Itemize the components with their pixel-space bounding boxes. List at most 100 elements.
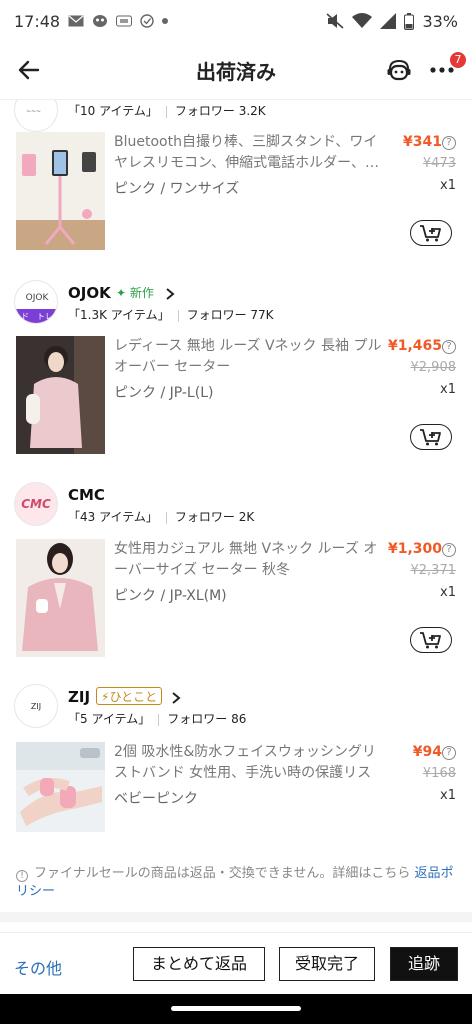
product-variant: ピンク / JP-XL(M) <box>114 588 227 604</box>
product-name: 2個 吸水性&防水フェイスウォッシングリストバンド 女性用、手洗い時の保護リスト… <box>114 744 376 781</box>
product-item[interactable]: 女性用カジュアル 無地 Vネック ルーズ オーバーサイズ セーター 秋冬 ピンク… <box>0 539 472 699</box>
product-price: ¥1,465 <box>387 338 442 354</box>
store-followers: フォロワー 3.2K <box>174 104 266 118</box>
svg-text:~~~: ~~~ <box>26 108 41 115</box>
product-name: Bluetooth自撮り棒、三脚スタンド、ワイヤレスリモコン、伸縮式電話ホルダー… <box>114 134 380 171</box>
store-items-count: 「5 アイテム」 <box>68 712 151 726</box>
price-info-icon[interactable]: ? <box>442 340 456 354</box>
store-items-count: 「1.3K アイテム」 <box>68 308 170 322</box>
price-info-icon[interactable]: ? <box>442 746 456 760</box>
price-info-icon[interactable]: ? <box>442 543 456 557</box>
store-logo-text: CMC <box>21 497 51 511</box>
chevron-right-icon[interactable] <box>164 287 176 301</box>
store-logo: ~~~ <box>14 100 58 132</box>
product-image-sweater <box>16 336 105 454</box>
product-original-price: ¥473 <box>422 156 456 171</box>
store-meta: 「10 アイテム」 フォロワー 3.2K <box>68 102 266 119</box>
store-name[interactable]: ZIJ <box>68 688 90 706</box>
store-logo: OJOK ド トレ <box>14 280 58 324</box>
comment-tag: ⚡ひとこと <box>96 687 163 705</box>
comment-tag-label: ひとこと <box>109 690 158 704</box>
product-image-wristband <box>16 742 105 832</box>
product-thumbnail[interactable] <box>16 336 105 454</box>
store-followers: フォロワー 86 <box>167 712 247 726</box>
info-icon: ! <box>16 870 28 882</box>
status-time: 17:48 <box>14 11 61 31</box>
product-image-selfie-stick <box>16 132 105 250</box>
mute-icon <box>326 13 344 29</box>
add-to-cart-button[interactable] <box>410 627 452 653</box>
product-quantity: x1 <box>440 585 456 600</box>
store-name[interactable]: OJOK <box>68 284 111 302</box>
store-logo-mark: ~~~ <box>26 108 41 115</box>
store-followers: フォロワー 2K <box>174 510 255 524</box>
product-variant: ピンク / JP-L(L) <box>114 385 214 401</box>
notification-icons <box>68 14 169 28</box>
add-to-cart-button[interactable] <box>410 424 452 450</box>
store-meta: 「43 アイテム」 フォロワー 2K <box>68 508 254 525</box>
customer-support-icon[interactable] <box>386 58 412 84</box>
product-name: レディース 無地 ルーズ Vネック 長袖 プルオーバー セーター <box>114 338 382 375</box>
confirm-receipt-button[interactable]: 受取完了 <box>279 947 375 981</box>
store-name[interactable]: CMC <box>68 486 105 504</box>
check-shield-icon <box>140 14 154 28</box>
product-thumbnail[interactable] <box>16 132 105 250</box>
product-quantity: x1 <box>440 178 456 193</box>
battery-icon <box>404 12 415 30</box>
store-header[interactable]: OJOK ド トレ OJOK ✦ 新作 「1.3K アイテム」 フォロワー 77K <box>0 280 472 334</box>
store-header[interactable]: ZIJ ZIJ ⚡ひとこと 「5 アイテム」 フォロワー 86 <box>0 684 472 738</box>
add-to-cart-icon <box>420 632 441 649</box>
sparkle-icon: ✦ <box>116 286 127 300</box>
add-to-cart-icon <box>420 225 441 242</box>
home-gesture-handle[interactable] <box>171 1006 301 1011</box>
back-arrow-icon[interactable] <box>16 57 42 83</box>
product-price: ¥341 <box>403 134 442 150</box>
store-followers: フォロワー 77K <box>186 308 274 322</box>
add-to-cart-button[interactable] <box>410 220 452 246</box>
battery-level: 33% <box>422 11 458 31</box>
product-thumbnail[interactable] <box>16 742 105 832</box>
nav-bar: 出荷済み 7 <box>0 42 472 100</box>
product-quantity: x1 <box>440 788 456 803</box>
notification-badge: 7 <box>450 52 466 68</box>
store-logo-text: OJOK <box>25 293 49 303</box>
product-thumbnail[interactable] <box>16 539 105 657</box>
bulk-return-button[interactable]: まとめて返品 <box>133 947 265 981</box>
other-options-link[interactable]: その他 <box>14 955 62 979</box>
product-original-price: ¥2,908 <box>410 360 457 375</box>
order-content: ~~~ 「10 アイテム」 フォロワー 3.2K Bluetooth自撮り棒、三脚… <box>0 100 472 940</box>
system-navigation-bar <box>0 994 472 1024</box>
product-item[interactable]: レディース 無地 ルーズ Vネック 長袖 プルオーバー セーター ピンク / J… <box>0 336 472 496</box>
bottom-action-bar: その他 まとめて返品 受取完了 追跡 <box>0 932 472 994</box>
mail-icon <box>68 15 84 27</box>
store-meta: 「1.3K アイテム」 フォロワー 77K <box>68 306 274 323</box>
store-items-count: 「10 アイテム」 <box>68 104 158 118</box>
product-variant: ベビーピンク <box>114 791 198 807</box>
price-info-icon[interactable]: ? <box>442 136 456 150</box>
product-quantity: x1 <box>440 382 456 397</box>
product-name: 女性用カジュアル 無地 Vネック ルーズ オーバーサイズ セーター 秋冬 <box>114 541 378 578</box>
product-price: ¥94 <box>412 744 442 760</box>
track-button[interactable]: 追跡 <box>390 947 458 981</box>
store-header[interactable]: CMC CMC 「43 アイテム」 フォロワー 2K <box>0 482 472 536</box>
product-image-cardigan <box>16 539 105 657</box>
signal-icon <box>380 13 397 29</box>
store-logo: ZIJ <box>14 684 58 728</box>
final-sale-notice-text: ファイナルセールの商品は返品・交換できません。詳細はこちら <box>34 866 415 881</box>
dot-icon <box>162 18 169 24</box>
product-variant: ピンク / ワンサイズ <box>114 181 240 197</box>
new-arrival-tag: ✦ 新作 <box>112 284 158 302</box>
store-logo-band: ド トレ <box>15 309 57 323</box>
new-arrival-tag-label: 新作 <box>129 286 154 300</box>
store-meta: 「5 アイテム」 フォロワー 86 <box>68 710 246 727</box>
final-sale-notice: ! ファイナルセールの商品は返品・交換できません。詳細はこちら 返品ポリシー <box>16 865 462 901</box>
wifi-icon <box>352 13 373 28</box>
add-to-cart-icon <box>420 429 441 446</box>
section-divider <box>0 912 472 922</box>
app-notification-icon <box>93 15 108 27</box>
store-items-count: 「43 アイテム」 <box>68 510 158 524</box>
app-notification-icon-2 <box>116 15 133 27</box>
status-right: 33% <box>326 12 458 31</box>
product-item[interactable]: Bluetooth自撮り棒、三脚スタンド、ワイヤレスリモコン、伸縮式電話ホルダー… <box>0 132 472 292</box>
chevron-right-icon[interactable] <box>170 691 182 705</box>
